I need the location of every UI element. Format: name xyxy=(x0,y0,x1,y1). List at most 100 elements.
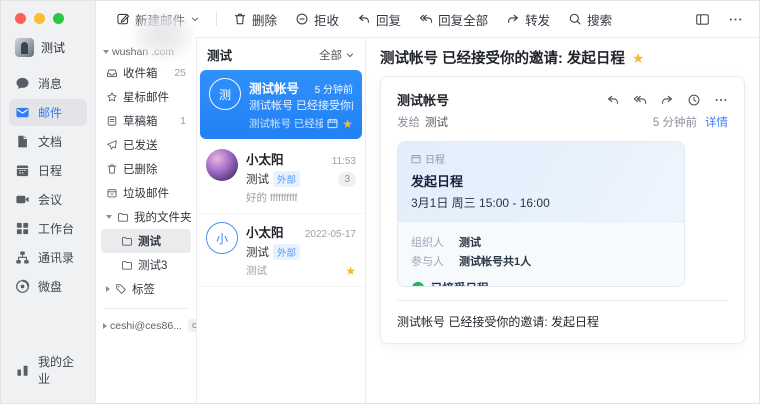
sidebar-item-meetings[interactable]: 会议 xyxy=(9,186,87,213)
drive-icon xyxy=(15,279,30,294)
forward-label: 转发 xyxy=(525,10,550,29)
event-datetime: 3月1日 周三 15:00 - 16:00 xyxy=(411,194,671,211)
user-name: 测试 xyxy=(41,39,65,56)
junk-icon xyxy=(106,187,118,199)
company-icon xyxy=(15,363,30,378)
reply-all-label: 回复全部 xyxy=(438,10,488,29)
avatar: 小 xyxy=(206,222,238,254)
folder-drafts[interactable]: 草稿箱 1 xyxy=(101,109,191,133)
sidebar-item-calendar[interactable]: 日程 xyxy=(9,157,87,184)
delete-button[interactable]: 删除 xyxy=(225,6,285,33)
reply-icon xyxy=(357,12,371,26)
folder-count: 25 xyxy=(174,67,186,79)
account-row[interactable]: wushan .com xyxy=(101,43,191,61)
app-window: 测试 消息 邮件 文档 日程 会议 工作台 通讯录 xyxy=(0,0,760,404)
message-list-header: 测试 全部 xyxy=(197,38,365,69)
reject-button[interactable]: 拒收 xyxy=(287,6,347,33)
block-icon xyxy=(295,12,309,26)
reject-label: 拒收 xyxy=(314,10,339,29)
reply-all-button[interactable]: 回复全部 xyxy=(411,6,496,33)
message-list-item[interactable]: 测 测试帐号 5 分钟前 测试帐号 已经接受你的邀请: 发... 测试帐号 已经… xyxy=(200,70,362,139)
calendar-event-card[interactable]: 日程 发起日程 3月1日 周三 15:00 - 16:00 组织人 测试 参 xyxy=(397,141,685,287)
sidebar-item-messages[interactable]: 消息 xyxy=(9,70,87,97)
window-controls xyxy=(1,9,95,34)
folder-label: 草稿箱 xyxy=(123,113,158,129)
user-avatar xyxy=(15,38,34,57)
sidebar-item-contacts[interactable]: 通讯录 xyxy=(9,244,87,271)
draft-icon xyxy=(106,115,118,127)
folder-junk[interactable]: 垃圾邮件 xyxy=(101,181,191,205)
reply-button[interactable]: 回复 xyxy=(349,6,409,33)
disclosure-icon xyxy=(103,323,107,329)
folder-sent[interactable]: 已发送 xyxy=(101,133,191,157)
tag-icon xyxy=(115,283,127,295)
sidebar-item-mail[interactable]: 邮件 xyxy=(9,99,87,126)
reading-pane-layout-button[interactable] xyxy=(691,8,714,31)
folder-label: 垃圾邮件 xyxy=(123,185,169,201)
reply-icon[interactable] xyxy=(606,93,620,107)
to-recipient: 测试 xyxy=(425,114,448,130)
minimize-window-button[interactable] xyxy=(34,13,45,24)
sidebar-item-drive[interactable]: 微盘 xyxy=(9,273,87,300)
message-time: 2022-05-17 xyxy=(305,229,356,240)
organizer-value: 测试 xyxy=(459,234,481,250)
mail-subject: 测试帐号 已经接受你的邀请: 发起日程 xyxy=(380,47,625,68)
sender-name: 测试帐号 xyxy=(249,78,299,97)
message-subject: 测试 xyxy=(246,244,269,260)
star-icon[interactable]: ★ xyxy=(632,51,645,65)
folder-test3[interactable]: 测试3 xyxy=(101,253,191,277)
mail-body-divider xyxy=(397,300,728,301)
secondary-account-name: ceshi@ces86... xyxy=(110,320,182,332)
star-icon[interactable]: ★ xyxy=(342,118,353,130)
details-link[interactable]: 详情 xyxy=(705,114,728,130)
folder-inbox[interactable]: 收件箱 25 xyxy=(101,61,191,85)
layout-icon xyxy=(695,12,710,27)
folder-divider xyxy=(104,308,188,309)
sidebar-item-label: 工作台 xyxy=(38,220,74,237)
folder-my-folders[interactable]: 我的文件夹 xyxy=(101,205,191,229)
star-icon[interactable]: ★ xyxy=(345,265,356,277)
folder-test[interactable]: 测试 xyxy=(101,229,191,253)
folder-deleted[interactable]: 已删除 xyxy=(101,157,191,181)
more-icon[interactable] xyxy=(714,93,728,107)
folder-starred[interactable]: 星标邮件 xyxy=(101,85,191,109)
avatar: 测 xyxy=(209,78,241,110)
star-outline-icon xyxy=(106,91,118,103)
organizer-label: 组织人 xyxy=(411,234,449,250)
reply-all-icon xyxy=(419,12,433,26)
folder-label: 标签 xyxy=(132,281,155,297)
maximize-window-button[interactable] xyxy=(53,13,64,24)
delete-label: 删除 xyxy=(252,10,277,29)
user-profile[interactable]: 测试 xyxy=(9,34,87,61)
check-circle-icon xyxy=(411,281,425,287)
compose-button[interactable]: 新建邮件 xyxy=(108,6,208,33)
compose-icon xyxy=(116,12,130,26)
forward-icon[interactable] xyxy=(660,93,674,107)
more-options-button[interactable] xyxy=(724,8,747,31)
search-button[interactable]: 搜索 xyxy=(560,6,620,33)
list-folder-title: 测试 xyxy=(207,45,232,64)
close-window-button[interactable] xyxy=(15,13,26,24)
secondary-account-row[interactable]: ceshi@ces86... ceshi xyxy=(101,316,191,335)
reading-pane: 测试帐号 已经接受你的邀请: 发起日程 ★ 测试帐号 xyxy=(366,37,759,403)
chevron-down-icon xyxy=(345,50,355,60)
to-label: 发给 xyxy=(397,114,420,130)
thread-count-badge: 3 xyxy=(338,172,356,187)
sender-name: 小太阳 xyxy=(246,222,284,241)
folder-icon xyxy=(117,211,129,223)
mail-time: 5 分钟前 xyxy=(653,114,697,130)
message-list-item[interactable]: 小太阳 11:53 测试 外部 3 好的 ffffffffff xyxy=(197,141,365,214)
sidebar-item-workbench[interactable]: 工作台 xyxy=(9,215,87,242)
reply-all-icon[interactable] xyxy=(633,93,647,107)
clock-icon[interactable] xyxy=(687,93,701,107)
folder-tags[interactable]: 标签 xyxy=(101,277,191,301)
list-filter-dropdown[interactable]: 全部 xyxy=(319,47,355,63)
sidebar-item-my-company[interactable]: 我的企业 xyxy=(9,348,87,392)
folder-icon xyxy=(121,259,133,271)
folder-icon xyxy=(121,235,133,247)
message-list-item[interactable]: 小 小太阳 2022-05-17 测试 外部 测试 ★ xyxy=(197,214,365,287)
forward-button[interactable]: 转发 xyxy=(498,6,558,33)
sidebar-item-docs[interactable]: 文档 xyxy=(9,128,87,155)
avatar xyxy=(206,149,238,181)
list-filter-label: 全部 xyxy=(319,47,342,63)
